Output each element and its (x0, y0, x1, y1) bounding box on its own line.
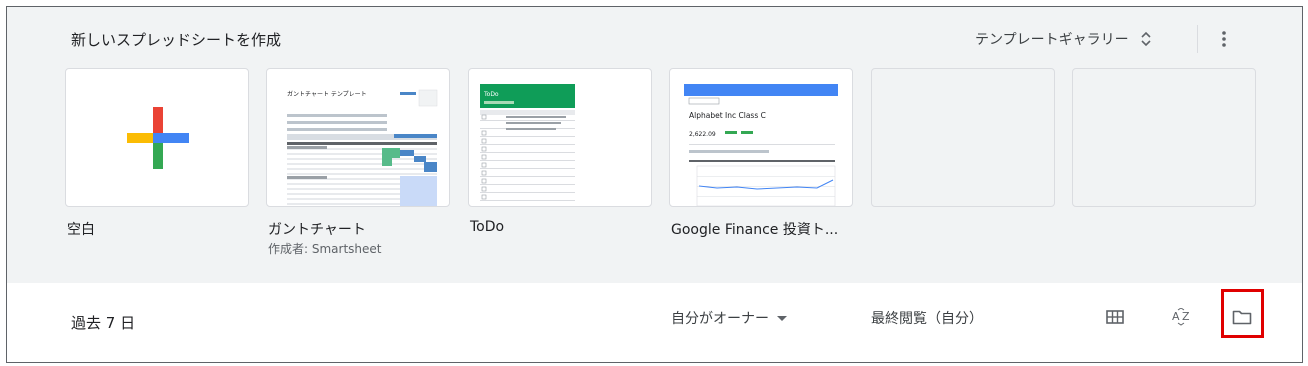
template-card-empty-2 (1072, 68, 1256, 207)
section-title: 新しいスプレッドシートを作成 (71, 31, 282, 49)
finance-thumb-title: Alphabet Inc Class C (689, 111, 766, 120)
svg-text:Z: Z (1182, 310, 1190, 323)
template-card-gantt[interactable]: ガントチャート テンプレート (266, 68, 450, 207)
template-gallery-button[interactable]: テンプレートギャラリー (975, 25, 1153, 53)
gantt-thumb-title: ガントチャート テンプレート (287, 90, 367, 98)
template-label-blank: 空白 (67, 222, 95, 238)
grid-view-icon (1106, 310, 1124, 324)
template-card-blank[interactable] (65, 68, 249, 207)
template-card-empty-1 (871, 68, 1055, 207)
template-label-finance: Google Finance 投資ト... (671, 222, 839, 238)
sort-az-icon: A Z (1172, 308, 1190, 326)
owner-filter-dropdown[interactable]: 自分がオーナー (671, 308, 787, 328)
owner-filter-label: 自分がオーナー (671, 311, 769, 327)
template-label-gantt: ガントチャート (268, 222, 366, 238)
todo-thumb-title: ToDo (483, 91, 499, 98)
folder-button-highlight (1221, 289, 1264, 338)
template-card-todo[interactable]: ToDo (468, 68, 652, 207)
more-vert-icon (1222, 31, 1226, 47)
plus-icon (127, 107, 189, 169)
sheets-home-frame: 新しいスプレッドシートを作成 テンプレートギャラリー 空白 ガントチャート テン… (6, 6, 1303, 363)
more-options-button[interactable] (1210, 25, 1238, 53)
template-label-todo: ToDo (470, 219, 505, 235)
finance-thumb-price: 2,622.09 (689, 131, 716, 138)
template-card-finance[interactable]: Alphabet Inc Class C 2,622.09 (669, 68, 853, 207)
template-gallery-label: テンプレートギャラリー (975, 32, 1129, 48)
grid-view-button[interactable] (1101, 303, 1129, 331)
sort-az-button[interactable]: A Z (1169, 303, 1197, 331)
todo-thumbnail: ToDo (476, 76, 644, 206)
chevron-down-icon (777, 315, 787, 321)
template-section: 新しいスプレッドシートを作成 テンプレートギャラリー 空白 ガントチャート テン… (7, 7, 1302, 283)
last-viewed-sort[interactable]: 最終閲覧（自分） (871, 308, 983, 328)
unfold-more-icon (1141, 31, 1151, 47)
finance-thumbnail: Alphabet Inc Class C 2,622.09 (677, 76, 845, 206)
period-label: 過去 7 日 (71, 314, 136, 332)
svg-text:A: A (1172, 310, 1180, 323)
header-divider (1197, 25, 1198, 53)
gantt-thumbnail: ガントチャート テンプレート (274, 76, 442, 206)
template-sub-gantt: 作成者: Smartsheet (268, 242, 382, 256)
recent-files-toolbar: 過去 7 日 自分がオーナー 最終閲覧（自分） A Z (7, 283, 1302, 362)
